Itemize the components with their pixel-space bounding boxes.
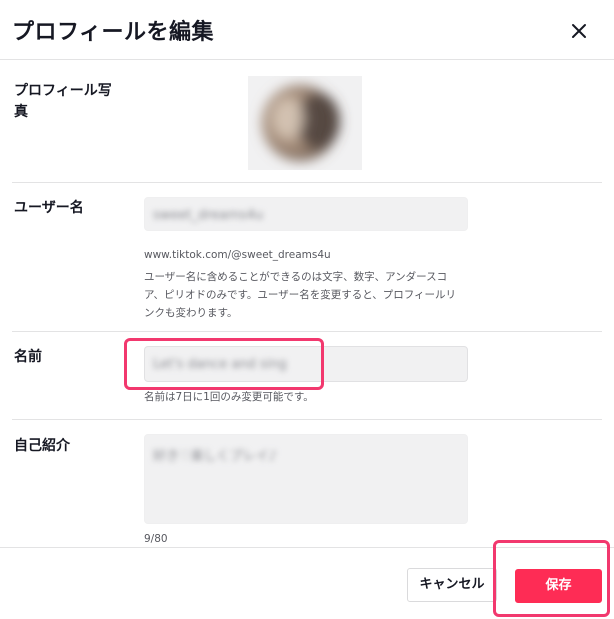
- bio-textarea[interactable]: 好き♡楽しくプレイ♪: [144, 434, 468, 524]
- bio-char-count: 9/80: [144, 533, 168, 545]
- username-label: ユーザー名: [14, 200, 84, 216]
- bio-value: 好き♡楽しくプレイ♪: [153, 449, 277, 464]
- username-value: sweet_dreams4u: [153, 208, 264, 223]
- divider: [12, 419, 602, 420]
- username-input[interactable]: sweet_dreams4u: [144, 197, 468, 231]
- profile-url: www.tiktok.com/@sweet_dreams4u: [144, 249, 331, 261]
- name-label: 名前: [14, 349, 42, 365]
- bio-label: 自己紹介: [14, 438, 70, 454]
- divider: [12, 182, 602, 183]
- name-highlight-box: [124, 338, 324, 390]
- name-help-text: 名前は7日に1回のみ変更可能です。: [144, 391, 314, 403]
- dialog-title: プロフィールを編集: [12, 20, 215, 45]
- username-help-text: ユーザー名に含めることができるのは文字、数字、アンダースコア、ピリオドのみです。…: [144, 271, 457, 319]
- avatar-image: [262, 85, 340, 161]
- profile-photo-label: プロフィール写真: [14, 83, 112, 120]
- dialog-header: プロフィールを編集: [0, 0, 614, 60]
- close-button[interactable]: [566, 18, 592, 44]
- save-highlight-box: [493, 540, 610, 617]
- edit-profile-dialog: プロフィールを編集 プロフィール写真 ユーザー名 sweet_dreams4u …: [0, 0, 614, 619]
- divider: [12, 331, 602, 332]
- cancel-button[interactable]: キャンセル: [407, 568, 497, 602]
- close-icon: [572, 24, 586, 38]
- profile-photo-avatar[interactable]: [248, 76, 362, 170]
